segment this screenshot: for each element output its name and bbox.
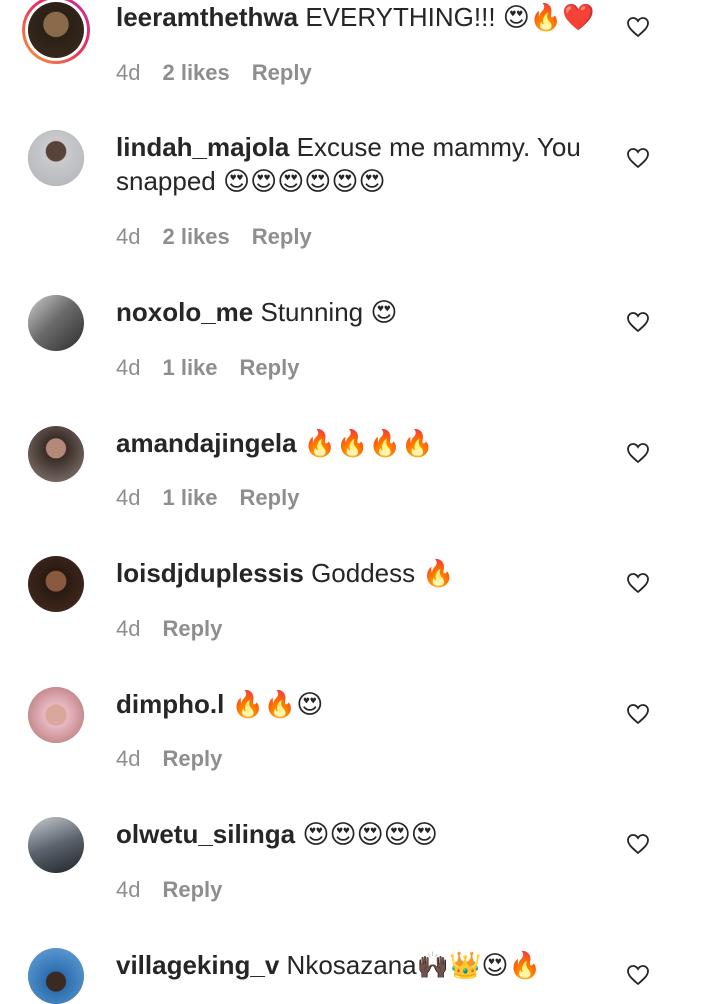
comment-text: lindah_majola Excuse me mammy. You snapp… bbox=[116, 130, 596, 198]
avatar-photo bbox=[28, 556, 84, 612]
avatar-photo bbox=[28, 687, 84, 743]
reply-button[interactable]: Reply bbox=[240, 355, 300, 381]
avatar-photo bbox=[28, 426, 84, 482]
comment-body: 🔥🔥🔥🔥 bbox=[303, 428, 434, 458]
comment-body: 😍😍😍😍😍 bbox=[302, 819, 438, 849]
comment-text: villageking_v Nkosazana🙌🏿👑😍🔥 bbox=[116, 948, 596, 982]
avatar-photo bbox=[28, 817, 84, 873]
avatar[interactable] bbox=[22, 0, 90, 64]
avatar-photo bbox=[28, 948, 84, 1004]
comment-username[interactable]: noxolo_me bbox=[116, 297, 253, 327]
avatar[interactable] bbox=[28, 948, 84, 1004]
reply-button[interactable]: Reply bbox=[240, 485, 300, 511]
comment-username[interactable]: lindah_majola bbox=[116, 132, 289, 162]
comment-body: Goddess 🔥 bbox=[311, 558, 455, 588]
reply-button[interactable]: Reply bbox=[252, 60, 312, 86]
comment-body: Nkosazana🙌🏿👑😍🔥 bbox=[286, 950, 541, 980]
heart-icon[interactable] bbox=[626, 572, 650, 594]
comment-meta: 4d Reply bbox=[116, 877, 222, 903]
comment-username[interactable]: dimpho.l bbox=[116, 689, 224, 719]
comment-meta: 4d 2 likes Reply bbox=[116, 60, 312, 86]
avatar[interactable] bbox=[28, 295, 84, 351]
comment-text: noxolo_me Stunning 😍 bbox=[116, 295, 596, 329]
comment-time: 4d bbox=[116, 355, 141, 380]
comment-username[interactable]: amandajingela bbox=[116, 428, 297, 458]
reply-button[interactable]: Reply bbox=[162, 877, 222, 903]
comment-text: leeramthethwa EVERYTHING!!! 😍🔥❤️ bbox=[116, 0, 596, 34]
comment-meta: 4d 2 likes Reply bbox=[116, 224, 312, 250]
comment-time: 4d bbox=[116, 224, 141, 249]
avatar[interactable] bbox=[28, 556, 84, 612]
comment-likes[interactable]: 1 like bbox=[162, 355, 217, 381]
comment-text: dimpho.l 🔥🔥😍 bbox=[116, 687, 596, 721]
comment-text: olwetu_silinga 😍😍😍😍😍 bbox=[116, 817, 596, 851]
comment-likes[interactable]: 2 likes bbox=[162, 224, 229, 250]
comment-meta: 4d Reply bbox=[116, 616, 222, 642]
avatar[interactable] bbox=[28, 130, 84, 186]
comment-time: 4d bbox=[116, 60, 141, 85]
comment-meta: 4d Reply bbox=[116, 746, 222, 772]
comment-body: 🔥🔥😍 bbox=[231, 689, 324, 719]
avatar-photo bbox=[28, 295, 84, 351]
comment-time: 4d bbox=[116, 485, 141, 510]
comment-likes[interactable]: 1 like bbox=[162, 485, 217, 511]
comment-time: 4d bbox=[116, 616, 141, 641]
heart-icon[interactable] bbox=[626, 311, 650, 333]
comment-time: 4d bbox=[116, 746, 141, 771]
avatar[interactable] bbox=[28, 687, 84, 743]
heart-icon[interactable] bbox=[626, 16, 650, 38]
reply-button[interactable]: Reply bbox=[252, 224, 312, 250]
comment-body: EVERYTHING!!! 😍🔥❤️ bbox=[305, 2, 595, 32]
comment-meta: 4d 1 like Reply bbox=[116, 485, 299, 511]
avatar[interactable] bbox=[28, 426, 84, 482]
heart-icon[interactable] bbox=[626, 147, 650, 169]
comment-username[interactable]: leeramthethwa bbox=[116, 2, 298, 32]
comment-username[interactable]: loisdjduplessis bbox=[116, 558, 304, 588]
reply-button[interactable]: Reply bbox=[162, 746, 222, 772]
avatar-photo bbox=[28, 2, 84, 58]
comment-body: Stunning 😍 bbox=[260, 297, 398, 327]
comment-text: loisdjduplessis Goddess 🔥 bbox=[116, 556, 596, 590]
avatar-photo bbox=[28, 130, 84, 186]
comment-meta: 4d 1 like Reply bbox=[116, 355, 299, 381]
comment-text: amandajingela 🔥🔥🔥🔥 bbox=[116, 426, 596, 460]
heart-icon[interactable] bbox=[626, 703, 650, 725]
reply-button[interactable]: Reply bbox=[162, 616, 222, 642]
comment-username[interactable]: villageking_v bbox=[116, 950, 279, 980]
heart-icon[interactable] bbox=[626, 442, 650, 464]
comment-username[interactable]: olwetu_silinga bbox=[116, 819, 295, 849]
comment-likes[interactable]: 2 likes bbox=[162, 60, 229, 86]
avatar[interactable] bbox=[28, 817, 84, 873]
heart-icon[interactable] bbox=[626, 833, 650, 855]
comment-time: 4d bbox=[116, 877, 141, 902]
